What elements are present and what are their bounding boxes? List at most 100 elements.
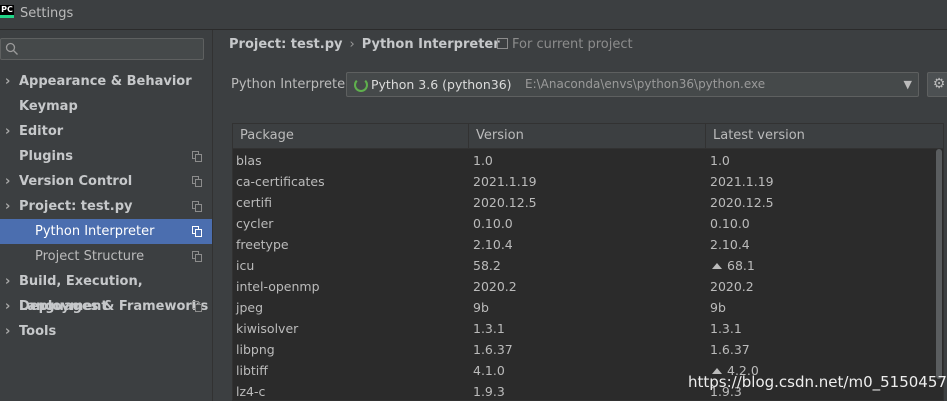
package-latest-version: 2020.2 [710, 276, 754, 297]
sidebar-item-python-interpreter[interactable]: Python Interpreter [0, 219, 212, 244]
package-name: ca-certificates [236, 174, 325, 189]
column-header-version[interactable]: Version [469, 124, 706, 148]
pycharm-logo-icon: PC [0, 5, 14, 18]
interpreter-settings-button[interactable]: ⚙ [927, 72, 947, 97]
package-latest-version: 1.3.1 [710, 318, 742, 339]
column-header-package[interactable]: Package [233, 124, 469, 148]
sidebar-item-label: Plugins [19, 149, 73, 164]
scrollbar-thumb[interactable] [936, 149, 942, 379]
sidebar-item-appearance-behavior[interactable]: › Appearance & Behavior [0, 69, 212, 94]
window-title: Settings [20, 6, 74, 21]
sidebar-item-plugins[interactable]: Plugins [0, 144, 212, 169]
interpreter-name: Python 3.6 (python36) [371, 77, 512, 92]
sidebar-item-project-test-py[interactable]: › Project: test.py [0, 194, 212, 219]
project-settings-icon [192, 151, 202, 162]
python-env-icon [354, 78, 368, 92]
table-row[interactable]: ca-certificates 2021.1.19 2021.1.19 [233, 171, 943, 192]
project-settings-icon [192, 226, 202, 237]
breadcrumb-project[interactable]: Project: test.py [229, 37, 343, 52]
latest-version-value: 2.10.4 [710, 237, 750, 252]
latest-version-value: 2020.12.5 [710, 195, 774, 210]
latest-version-value: 68.1 [727, 258, 755, 273]
gear-icon: ⚙ [932, 76, 946, 92]
package-latest-version: 68.1 [710, 255, 755, 276]
scope-note: For current project [497, 37, 633, 52]
package-name: jpeg [236, 300, 264, 315]
package-name: libtiff [236, 363, 268, 378]
table-row[interactable]: jpeg 9b 9b [233, 297, 943, 318]
package-name: cycler [236, 216, 274, 231]
latest-version-value: 9b [710, 300, 726, 315]
table-row[interactable]: libpng 1.6.37 1.6.37 [233, 339, 943, 360]
table-row[interactable]: cycler 0.10.0 0.10.0 [233, 213, 943, 234]
package-latest-version: 2021.1.19 [710, 171, 774, 192]
scope-label: For current project [512, 37, 633, 52]
package-version: 2021.1.19 [473, 174, 537, 189]
table-row[interactable]: freetype 2.10.4 2.10.4 [233, 234, 943, 255]
table-row[interactable]: blas 1.0 1.0 [233, 150, 943, 171]
sidebar-item-editor[interactable]: › Editor [0, 119, 212, 144]
sidebar-item-label: Editor [19, 124, 64, 139]
package-latest-version: 0.10.0 [710, 213, 750, 234]
sidebar-item-label: Version Control [19, 174, 133, 189]
chevron-right-icon[interactable]: › [5, 294, 10, 319]
package-version: 9b [473, 300, 489, 315]
package-version: 2020.2 [473, 279, 517, 294]
interpreter-dropdown[interactable]: Python 3.6 (python36) E:\Anaconda\envs\p… [346, 72, 919, 97]
breadcrumb-page: Python Interpreter [361, 37, 500, 52]
sidebar-item-version-control[interactable]: › Version Control [0, 169, 212, 194]
chevron-right-icon[interactable]: › [5, 119, 10, 144]
package-latest-version: 1.6.37 [710, 339, 750, 360]
sidebar-item-label: Keymap [19, 99, 78, 114]
package-version: 58.2 [473, 258, 501, 273]
project-settings-icon [192, 201, 202, 212]
latest-version-value: 1.0 [710, 153, 730, 168]
package-name: blas [236, 153, 262, 168]
sidebar-item-keymap[interactable]: Keymap [0, 94, 212, 119]
settings-content: Project: test.py › Python Interpreter For … [213, 30, 947, 401]
package-name: libpng [236, 342, 275, 357]
latest-version-value: 2020.2 [710, 279, 754, 294]
sidebar-item-build-execution-deployment[interactable]: › Build, Execution, Deployment [0, 269, 212, 314]
table-row[interactable]: certifi 2020.12.5 2020.12.5 [233, 192, 943, 213]
search-input[interactable] [0, 38, 204, 60]
package-latest-version: 2020.12.5 [710, 192, 774, 213]
package-latest-version: 2.10.4 [710, 234, 750, 255]
package-version: 1.0 [473, 153, 493, 168]
latest-version-value: 2021.1.19 [710, 174, 774, 189]
package-version: 1.6.37 [473, 342, 513, 357]
package-latest-version: 9b [710, 297, 726, 318]
table-row[interactable]: intel-openmp 2020.2 2020.2 [233, 276, 943, 297]
sidebar-item-project-structure[interactable]: Project Structure [0, 244, 212, 269]
package-name: icu [236, 258, 255, 273]
latest-version-value: 0.10.0 [710, 216, 750, 231]
table-row[interactable]: kiwisolver 1.3.1 1.3.1 [233, 318, 943, 339]
watermark-text: https://blog.csdn.net/m0_51504576 [688, 373, 947, 391]
chevron-right-icon[interactable]: › [5, 69, 10, 94]
latest-version-value: 1.3.1 [710, 321, 742, 336]
chevron-right-icon[interactable]: › [5, 269, 10, 294]
package-name: intel-openmp [236, 279, 320, 294]
table-row[interactable]: icu 58.2 68.1 [233, 255, 943, 276]
chevron-right-icon[interactable]: › [5, 319, 10, 344]
package-name: kiwisolver [236, 321, 299, 336]
sidebar-item-tools[interactable]: › Tools [0, 319, 212, 344]
package-version: 2.10.4 [473, 237, 513, 252]
chevron-right-icon[interactable]: › [5, 194, 10, 219]
sidebar-item-label: Project Structure [35, 249, 145, 264]
project-scope-icon [497, 38, 508, 49]
chevron-right-icon[interactable]: › [5, 169, 10, 194]
table-scrollbar[interactable] [935, 149, 943, 400]
column-header-latest-version[interactable]: Latest version [706, 124, 943, 148]
package-version: 1.3.1 [473, 321, 505, 336]
interpreter-label: Python Interpreter: [231, 77, 355, 92]
upgrade-available-icon [712, 263, 722, 269]
breadcrumb-separator: › [349, 37, 355, 52]
table-header: Package Version Latest version [233, 124, 943, 149]
title-bar: PC Settings [0, 0, 947, 30]
package-name: certifi [236, 195, 272, 210]
package-name: lz4-c [236, 384, 266, 399]
package-version: 1.9.3 [473, 384, 505, 399]
sidebar-item-languages-frameworks[interactable]: › Languages & Frameworks [0, 294, 212, 319]
project-settings-icon [192, 176, 202, 187]
